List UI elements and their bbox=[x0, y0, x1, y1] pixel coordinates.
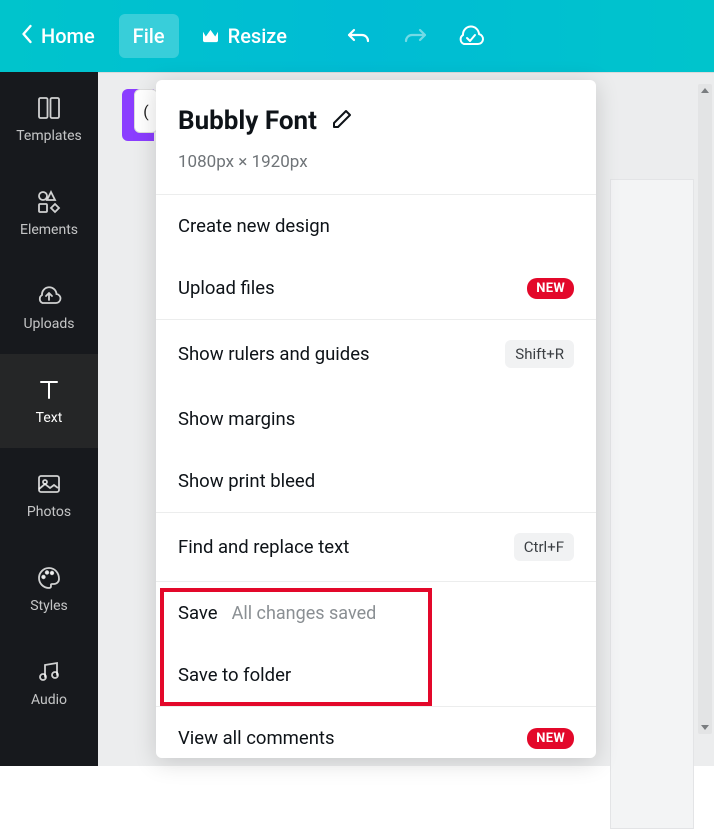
cloud-sync-button[interactable] bbox=[447, 12, 495, 60]
audio-icon bbox=[35, 658, 63, 686]
save-status: All changes saved bbox=[232, 603, 377, 624]
text-icon bbox=[35, 376, 63, 404]
shortcut-label: Ctrl+F bbox=[514, 533, 574, 561]
sidebar-item-label: Styles bbox=[30, 598, 68, 614]
styles-icon bbox=[35, 564, 63, 592]
sidebar: Templates Elements Uploads Text Photos bbox=[0, 72, 98, 766]
element-handle: ( bbox=[134, 89, 158, 133]
photos-icon bbox=[35, 470, 63, 498]
sidebar-item-styles[interactable]: Styles bbox=[0, 542, 98, 636]
resize-button[interactable]: Resize bbox=[187, 14, 301, 58]
menu-create-new-design[interactable]: Create new design bbox=[156, 195, 596, 257]
home-label: Home bbox=[41, 24, 95, 48]
uploads-icon bbox=[35, 282, 63, 310]
sidebar-item-label: Photos bbox=[27, 504, 71, 520]
file-label: File bbox=[133, 24, 165, 48]
menu-show-rulers[interactable]: Show rulers and guides Shift+R bbox=[156, 320, 596, 388]
canvas-page-gutter bbox=[610, 179, 694, 829]
crown-icon bbox=[201, 24, 220, 48]
sidebar-item-label: Uploads bbox=[23, 316, 74, 332]
menu-find-replace[interactable]: Find and replace text Ctrl+F bbox=[156, 513, 596, 582]
undo-button[interactable] bbox=[335, 12, 383, 60]
sidebar-item-audio[interactable]: Audio bbox=[0, 636, 98, 730]
home-button[interactable]: Home bbox=[16, 14, 111, 59]
menu-view-comments[interactable]: View all comments NEW bbox=[156, 707, 596, 758]
templates-icon bbox=[35, 94, 63, 122]
file-menu-button[interactable]: File bbox=[119, 14, 179, 58]
menu-show-margins[interactable]: Show margins bbox=[156, 388, 596, 450]
shortcut-label: Shift+R bbox=[505, 340, 574, 368]
edit-title-icon[interactable] bbox=[331, 108, 353, 134]
sidebar-item-photos[interactable]: Photos bbox=[0, 448, 98, 542]
new-badge: NEW bbox=[527, 278, 574, 299]
sidebar-item-label: Audio bbox=[31, 692, 67, 708]
sidebar-item-label: Text bbox=[36, 410, 63, 426]
top-toolbar: Home File Resize bbox=[0, 0, 714, 72]
resize-label: Resize bbox=[228, 24, 287, 48]
menu-save[interactable]: Save All changes saved bbox=[156, 582, 596, 644]
menu-upload-files[interactable]: Upload files NEW bbox=[156, 257, 596, 320]
file-menu-header: Bubbly Font 1080px × 1920px bbox=[156, 80, 596, 195]
chevron-left-icon bbox=[20, 24, 33, 49]
file-dropdown-menu: Bubbly Font 1080px × 1920px Create new d… bbox=[156, 80, 596, 758]
sidebar-item-label: Templates bbox=[16, 128, 82, 144]
redo-button bbox=[391, 12, 439, 60]
sidebar-item-templates[interactable]: Templates bbox=[0, 72, 98, 166]
new-badge: NEW bbox=[527, 728, 574, 749]
elements-icon bbox=[35, 188, 63, 216]
sidebar-item-uploads[interactable]: Uploads bbox=[0, 260, 98, 354]
menu-show-print-bleed[interactable]: Show print bleed bbox=[156, 450, 596, 513]
design-title: Bubbly Font bbox=[178, 106, 317, 136]
dropdown-scrollbar[interactable] bbox=[698, 84, 712, 734]
design-dimensions: 1080px × 1920px bbox=[178, 152, 574, 172]
sidebar-item-elements[interactable]: Elements bbox=[0, 166, 98, 260]
sidebar-item-text[interactable]: Text bbox=[0, 354, 98, 448]
menu-save-to-folder[interactable]: Save to folder bbox=[156, 644, 596, 707]
sidebar-item-label: Elements bbox=[20, 222, 78, 238]
